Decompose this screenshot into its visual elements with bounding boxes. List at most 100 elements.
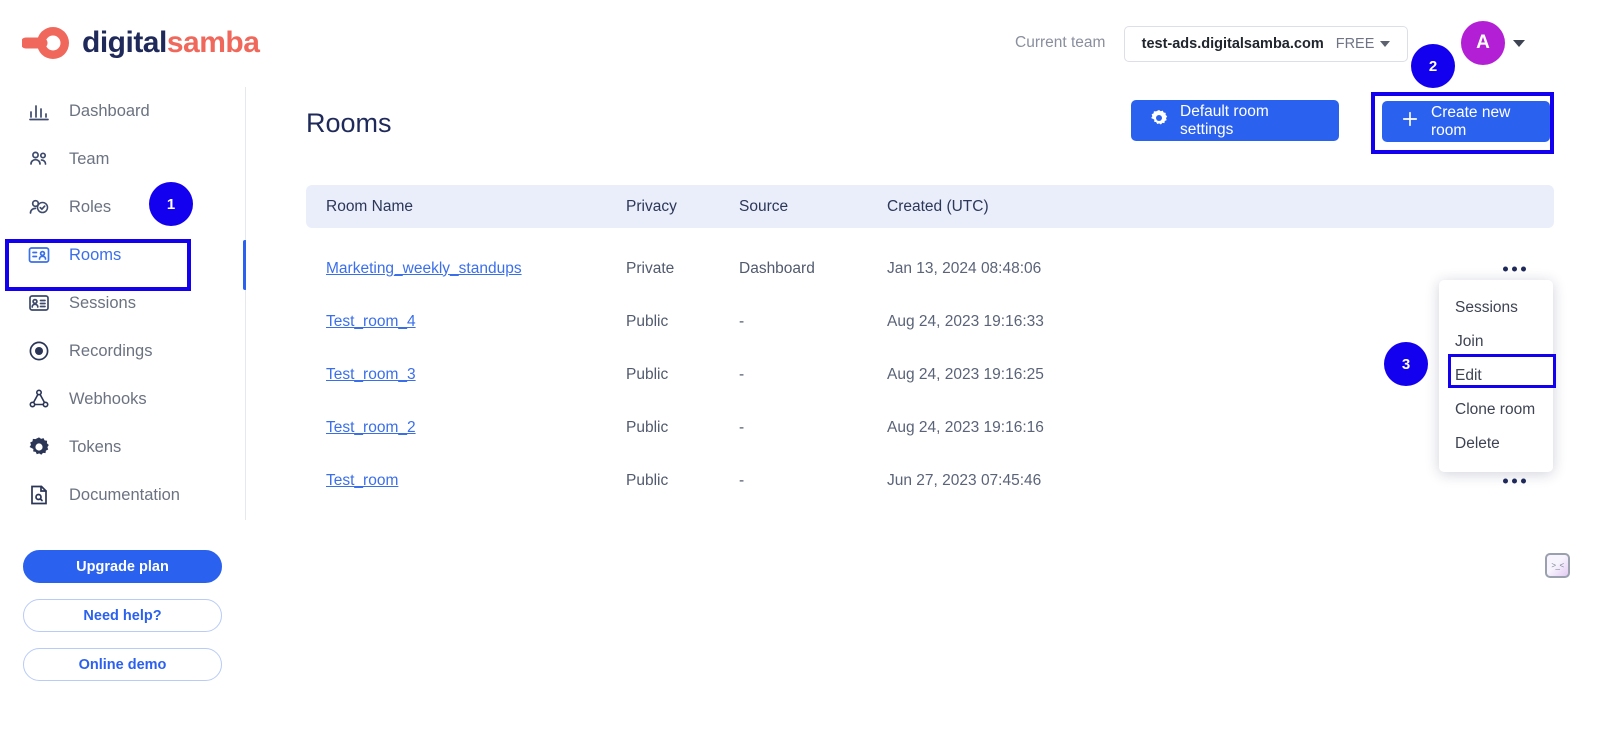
sidebar-item-label: Dashboard <box>69 102 150 121</box>
team-plan-badge: FREE <box>1336 36 1375 52</box>
sidebar-item-label: Roles <box>69 198 111 217</box>
plus-icon <box>1400 109 1420 134</box>
sidebar-item-label: Documentation <box>69 486 180 505</box>
room-name-link[interactable]: Test_room_2 <box>326 419 416 436</box>
room-privacy: Public <box>626 366 739 384</box>
top-header: digitalsamba Current team test-ads.digit… <box>0 0 1600 87</box>
brand-word-samba: samba <box>167 26 260 59</box>
id-card-icon <box>26 242 52 268</box>
current-team-label: Current team <box>1015 34 1105 52</box>
default-room-settings-label: Default room settings <box>1180 103 1321 139</box>
default-room-settings-button[interactable]: Default room settings <box>1131 100 1339 141</box>
room-source: Dashboard <box>739 260 887 278</box>
room-source: - <box>739 419 887 437</box>
sidebar-item-documentation[interactable]: Documentation <box>0 471 246 519</box>
brand-logo[interactable]: digitalsamba <box>22 22 259 64</box>
upgrade-plan-button[interactable]: Upgrade plan <box>23 550 222 583</box>
table-row: Test_room_2 Public - Aug 24, 2023 19:16:… <box>306 401 1554 454</box>
gear-icon <box>1149 108 1169 133</box>
column-header-privacy: Privacy <box>626 198 739 216</box>
room-name-link[interactable]: Test_room_4 <box>326 313 416 330</box>
row-menu-join[interactable]: Join <box>1439 325 1553 359</box>
sidebar: Dashboard Team <box>0 87 246 743</box>
sidebar-item-rooms[interactable]: Rooms <box>0 231 246 279</box>
room-created: Jun 27, 2023 07:45:46 <box>887 472 1217 490</box>
chevron-down-icon <box>1380 41 1390 47</box>
table-row: Test_room Public - Jun 27, 2023 07:45:46 <box>306 454 1554 507</box>
create-new-room-button[interactable]: Create new room <box>1382 101 1550 142</box>
row-menu-edit[interactable]: Edit <box>1439 359 1553 393</box>
gear-icon <box>26 434 52 460</box>
create-new-room-label: Create new room <box>1431 104 1532 140</box>
room-created: Aug 24, 2023 19:16:25 <box>887 366 1217 384</box>
person-list-icon <box>26 290 52 316</box>
avatar-initial: A <box>1476 32 1490 54</box>
table-row: Test_room_3 Public - Aug 24, 2023 19:16:… <box>306 348 1554 401</box>
sidebar-item-label: Team <box>69 150 109 169</box>
annotation-badge-3: 3 <box>1384 342 1428 386</box>
sidebar-item-label: Sessions <box>69 294 136 313</box>
room-source: - <box>739 366 887 384</box>
annotation-badge-2: 2 <box>1411 44 1455 88</box>
room-created: Aug 24, 2023 19:16:16 <box>887 419 1217 437</box>
main-content: Rooms Default room settings Create new r… <box>246 87 1600 743</box>
need-help-button[interactable]: Need help? <box>23 599 222 632</box>
room-name-link[interactable]: Test_room_3 <box>326 366 416 383</box>
room-privacy: Public <box>626 419 739 437</box>
brand-wordmark: digitalsamba <box>82 28 259 58</box>
table-row: Test_room_4 Public - Aug 24, 2023 19:16:… <box>306 295 1554 348</box>
table-header-row: Room Name Privacy Source Created (UTC) <box>306 185 1554 228</box>
row-context-menu: Sessions Join Edit Clone room Delete <box>1439 280 1553 472</box>
sidebar-item-tokens[interactable]: Tokens <box>0 423 246 471</box>
sidebar-item-recordings[interactable]: Recordings <box>0 327 246 375</box>
row-menu-delete[interactable]: Delete <box>1439 427 1553 461</box>
room-source: - <box>739 313 887 331</box>
avatar[interactable]: A <box>1461 21 1505 65</box>
column-header-room-name: Room Name <box>306 198 626 216</box>
network-nodes-icon <box>26 386 52 412</box>
app-root: digitalsamba Current team test-ads.digit… <box>0 0 1600 743</box>
account-chevron-down-icon[interactable] <box>1513 40 1525 47</box>
sidebar-item-label: Webhooks <box>69 390 147 409</box>
room-privacy: Private <box>626 260 739 278</box>
people-icon <box>26 146 52 172</box>
sidebar-item-label: Rooms <box>69 246 121 265</box>
room-name-link[interactable]: Test_room <box>326 472 398 489</box>
room-source: - <box>739 472 887 490</box>
sidebar-item-webhooks[interactable]: Webhooks <box>0 375 246 423</box>
annotation-badge-1: 1 <box>149 182 193 226</box>
sidebar-item-sessions[interactable]: Sessions <box>0 279 246 327</box>
row-menu-button[interactable] <box>1503 266 1526 271</box>
feedback-widget[interactable]: >_< <box>1545 553 1570 578</box>
sidebar-item-team[interactable]: Team <box>0 135 246 183</box>
table-row: Marketing_weekly_standups Private Dashbo… <box>306 242 1554 295</box>
team-selector[interactable]: test-ads.digitalsamba.com FREE <box>1124 26 1408 62</box>
sidebar-item-dashboard[interactable]: Dashboard <box>0 87 246 135</box>
person-check-icon <box>26 194 52 220</box>
digitalsamba-logo-icon <box>22 22 72 64</box>
sidebar-item-roles[interactable]: Roles <box>0 183 246 231</box>
row-menu-clone-room[interactable]: Clone room <box>1439 393 1553 427</box>
online-demo-button[interactable]: Online demo <box>23 648 222 681</box>
room-privacy: Public <box>626 472 739 490</box>
column-header-created: Created (UTC) <box>887 198 1217 216</box>
sidebar-item-label: Recordings <box>69 342 152 361</box>
feedback-widget-face-icon: >_< <box>1551 561 1563 570</box>
record-circle-icon <box>26 338 52 364</box>
room-created: Aug 24, 2023 19:16:33 <box>887 313 1217 331</box>
sidebar-nav: Dashboard Team <box>0 87 246 519</box>
row-menu-sessions[interactable]: Sessions <box>1439 291 1553 325</box>
team-domain-value: test-ads.digitalsamba.com <box>1142 36 1324 52</box>
column-header-source: Source <box>739 198 887 216</box>
room-name-link[interactable]: Marketing_weekly_standups <box>326 260 522 277</box>
brand-word-digital: digital <box>82 26 167 59</box>
bar-chart-icon <box>26 98 52 124</box>
page-title: Rooms <box>306 108 392 139</box>
room-created: Jan 13, 2024 08:48:06 <box>887 260 1217 278</box>
rooms-table: Room Name Privacy Source Created (UTC) M… <box>306 185 1554 507</box>
document-icon <box>26 482 52 508</box>
row-menu-button[interactable] <box>1503 478 1526 483</box>
sidebar-action-buttons: Upgrade plan Need help? Online demo <box>23 550 222 697</box>
sidebar-item-label: Tokens <box>69 438 121 457</box>
room-privacy: Public <box>626 313 739 331</box>
